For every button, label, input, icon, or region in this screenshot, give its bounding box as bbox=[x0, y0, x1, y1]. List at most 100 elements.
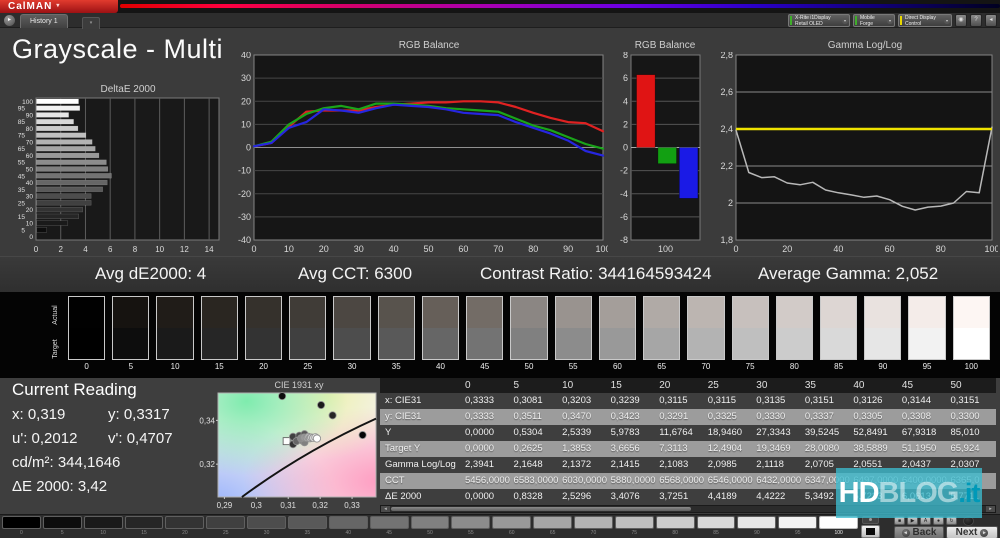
swatch-level-label: 25 bbox=[303, 362, 313, 371]
pattern-swatch-button[interactable]: 85 bbox=[696, 516, 736, 536]
table-cell: 0,3135 bbox=[756, 395, 786, 406]
actual-color bbox=[511, 297, 547, 328]
tab-label: History 1 bbox=[30, 18, 58, 25]
chevron-down-icon: ▾ bbox=[944, 18, 950, 24]
svg-text:60: 60 bbox=[885, 244, 895, 254]
svg-text:100: 100 bbox=[658, 244, 673, 254]
tab-stub[interactable]: ▾ bbox=[82, 17, 100, 29]
svg-text:100: 100 bbox=[22, 99, 33, 106]
svg-text:-2: -2 bbox=[620, 166, 628, 176]
svg-text:95: 95 bbox=[18, 106, 26, 113]
pattern-swatch-button[interactable]: 100 bbox=[819, 516, 859, 536]
pattern-swatch-button[interactable]: 40 bbox=[328, 516, 368, 536]
pattern-swatch-color bbox=[410, 516, 450, 529]
source-select[interactable]: Mobile Forge ▾ bbox=[853, 14, 895, 27]
svg-text:80: 80 bbox=[936, 244, 946, 254]
svg-text:2: 2 bbox=[59, 245, 64, 254]
swatch-level-label: 5 bbox=[128, 362, 134, 371]
swatch-box bbox=[775, 296, 813, 360]
table-cell: 2,1372 bbox=[562, 459, 592, 470]
tab-row: ▸ History 1 ▾ X-Rite i1Display Retail OL… bbox=[0, 13, 1000, 29]
table-row: x: CIE31 0,3333 0,3081 0,3203 0,3239 0,3115 0,… bbox=[380, 393, 996, 409]
target-color bbox=[334, 328, 370, 359]
pattern-swatch-button[interactable]: 90 bbox=[737, 516, 777, 536]
pattern-swatch-button[interactable]: 50 bbox=[410, 516, 450, 536]
table-cell: 51,1950 bbox=[901, 443, 937, 454]
table-cell: 5880,0000 bbox=[610, 475, 656, 486]
pattern-swatch-button[interactable]: 95 bbox=[778, 516, 818, 536]
table-cell: 3,7251 bbox=[659, 491, 689, 502]
swatch-level-label: 10 bbox=[170, 362, 180, 371]
pattern-swatch-button[interactable]: 20 bbox=[165, 516, 205, 536]
swatch-level-label: 50 bbox=[524, 362, 534, 371]
pattern-swatch-button[interactable]: 5 bbox=[42, 516, 82, 536]
pattern-swatch-label: 70 bbox=[590, 530, 597, 536]
logo-menu-caret-icon: ▾ bbox=[56, 3, 61, 9]
column-header: 15 bbox=[610, 380, 622, 391]
display-control-select[interactable]: Direct Display Control ▾ bbox=[898, 14, 952, 27]
help-icon[interactable]: ? bbox=[970, 14, 982, 27]
pattern-swatch-button[interactable]: 15 bbox=[124, 516, 164, 536]
table-cell: 6432,0000 bbox=[756, 475, 802, 486]
svg-text:20: 20 bbox=[241, 96, 251, 106]
back-button[interactable]: ◂ Back bbox=[894, 526, 944, 538]
table-cell: 0,8328 bbox=[513, 491, 543, 502]
swatch-box bbox=[510, 296, 548, 360]
cie-chart-title: CIE 1931 xy bbox=[274, 380, 324, 390]
scrollbar-thumb[interactable] bbox=[391, 507, 691, 511]
pattern-swatch-button[interactable]: 30 bbox=[247, 516, 287, 536]
collapse-icon[interactable]: ◂ bbox=[985, 14, 997, 27]
scroll-left-icon[interactable]: ◂ bbox=[381, 506, 390, 512]
watermark-hd: HD bbox=[838, 476, 880, 509]
dot-icon bbox=[869, 518, 872, 521]
pattern-swatch-button[interactable]: 25 bbox=[206, 516, 246, 536]
actual-color bbox=[555, 297, 591, 328]
svg-text:-30: -30 bbox=[238, 212, 251, 222]
swatch-level-label: 60 bbox=[612, 362, 622, 371]
svg-text:20: 20 bbox=[26, 207, 34, 214]
svg-text:0: 0 bbox=[623, 143, 628, 153]
table-cell: 3,4076 bbox=[610, 491, 640, 502]
target-color bbox=[820, 328, 857, 359]
pattern-swatch-button[interactable]: 45 bbox=[369, 516, 409, 536]
pattern-swatch-color bbox=[42, 516, 82, 529]
svg-text:60: 60 bbox=[26, 153, 34, 160]
pattern-swatch-button[interactable]: 75 bbox=[614, 516, 654, 536]
svg-text:30: 30 bbox=[241, 73, 251, 83]
table-cell: 0,3511 bbox=[513, 411, 542, 422]
table-cell: 39,5245 bbox=[804, 427, 840, 438]
pattern-swatch-label: 10 bbox=[100, 530, 106, 536]
pattern-swatch-color bbox=[165, 516, 205, 529]
power-icon[interactable]: ◉ bbox=[955, 14, 967, 27]
pattern-swatch-button[interactable]: 70 bbox=[574, 516, 613, 536]
table-cell: 0,3423 bbox=[610, 411, 640, 422]
target-color bbox=[688, 328, 724, 359]
actual-color bbox=[69, 297, 105, 328]
table-cell: 0,3333 bbox=[465, 411, 495, 422]
pattern-swatch-button[interactable]: 80 bbox=[655, 516, 695, 536]
pattern-swatch-label: 50 bbox=[427, 530, 433, 536]
next-button[interactable]: Next ▸ bbox=[946, 526, 998, 538]
pattern-swatch-button[interactable]: 55 bbox=[451, 516, 491, 536]
target-color bbox=[113, 328, 149, 359]
source-status-bar bbox=[855, 16, 857, 25]
pattern-swatch-button[interactable]: 10 bbox=[83, 516, 123, 536]
reading-luminance: cd/m²: 344,1646 bbox=[12, 454, 121, 471]
svg-text:20: 20 bbox=[319, 244, 329, 254]
pattern-swatch-button[interactable]: 35 bbox=[288, 516, 327, 536]
tab-history-1[interactable]: History 1 bbox=[20, 14, 68, 28]
pattern-window-button[interactable] bbox=[861, 525, 880, 538]
tab-nav-button[interactable]: ▸ bbox=[4, 15, 15, 26]
scroll-right-icon[interactable]: ▸ bbox=[986, 506, 995, 512]
svg-text:0,32: 0,32 bbox=[312, 501, 328, 510]
rgb-balance-line-panel: RGB Balance -40 -30 -20 -10 0 10 20 30 40 0 10 20 30… bbox=[232, 40, 611, 256]
meter-select[interactable]: X-Rite i1Display Retail OLED ▾ bbox=[788, 14, 850, 27]
reading-v: v': 0,4707 bbox=[108, 430, 173, 447]
table-cell: 0,2625 bbox=[513, 443, 543, 454]
pattern-swatch-button[interactable]: 0 bbox=[2, 516, 41, 536]
svg-text:1,8: 1,8 bbox=[720, 235, 733, 245]
pattern-swatch-button[interactable]: 60 bbox=[492, 516, 532, 536]
pattern-swatch-button[interactable]: 65 bbox=[533, 516, 573, 536]
table-cell: 4,4189 bbox=[707, 491, 737, 502]
calman-logo-menu[interactable]: CalMAN ▾ bbox=[0, 0, 118, 13]
